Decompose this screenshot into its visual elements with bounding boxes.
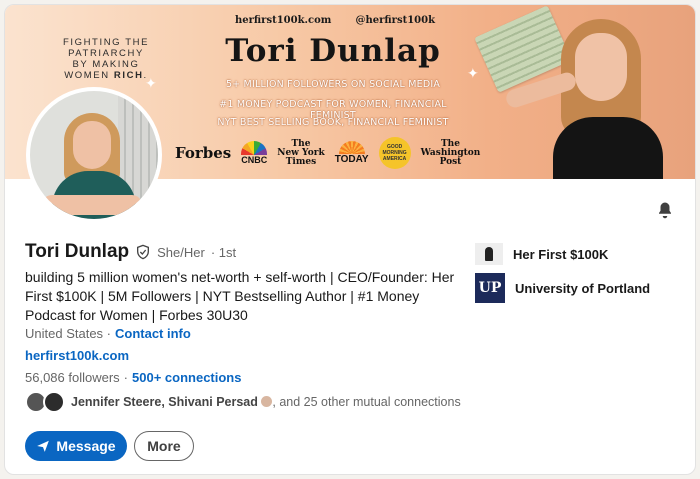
contact-info-link[interactable]: Contact info <box>115 326 191 341</box>
press-logos: Forbes CNBC The New York Times TODAY GOO… <box>175 137 480 169</box>
portrait-face <box>575 33 627 101</box>
wp-line: Post <box>439 156 462 167</box>
gma-logo: GOOD MORNING AMERICA <box>378 137 411 169</box>
company-name: Her First $100K <box>513 246 609 262</box>
network-row: 56,086 followers · 500+ connections <box>25 370 241 385</box>
profile-card: FIGHTING THE PATRIARCHY BY MAKING WOMEN … <box>4 4 696 475</box>
tagline-line: BY MAKING <box>72 59 140 70</box>
location: United States · <box>25 326 111 341</box>
tagline-line: FIGHTING THE <box>62 37 150 48</box>
verified-shield-icon[interactable] <box>135 244 151 260</box>
banner-social-handle: @herfirst100k <box>355 15 436 26</box>
school-logo: UP <box>475 273 505 303</box>
portrait-body <box>553 117 663 179</box>
banner-title: Tori Dunlap <box>225 33 441 69</box>
company-logo <box>475 243 503 265</box>
followers-count: 56,086 followers <box>25 370 120 385</box>
education[interactable]: UP University of Portland <box>475 273 650 303</box>
website-link[interactable]: herfirst100k.com <box>25 348 129 363</box>
profile-name: Tori Dunlap <box>25 241 130 262</box>
photo-face <box>73 121 111 169</box>
nyt-line: Times <box>285 156 317 167</box>
peacock-icon <box>241 141 268 155</box>
school-name: University of Portland <box>515 280 651 296</box>
bell-icon[interactable] <box>656 201 674 219</box>
today-text: TODAY <box>334 154 369 165</box>
tagline-word: WOMEN <box>64 70 110 81</box>
cnbc-logo: CNBC <box>241 141 268 165</box>
photo-arm <box>42 195 142 215</box>
mutual-names: Jennifer Steere, Shivani Persad <box>71 395 258 409</box>
name-row: Tori Dunlap She/Her · 1st <box>25 241 236 263</box>
banner-claim: NYT BEST SELLING BOOK, FINANCIAL FEMINIS… <box>217 117 449 128</box>
profile-photo[interactable] <box>26 87 162 223</box>
tagline-bold-word: RICH <box>113 70 144 81</box>
connections-link[interactable]: 500+ connections <box>132 370 241 385</box>
banner-claim: 5+ MILLION FOLLOWERS ON SOCIAL MEDIA <box>225 79 441 90</box>
message-label: Message <box>56 438 116 454</box>
separator: · <box>123 370 129 385</box>
current-company[interactable]: Her First $100K <box>475 243 608 265</box>
washington-post-logo: The Washington Post <box>421 139 481 167</box>
pronouns: She/Her <box>157 244 205 260</box>
mutual-avatar <box>43 391 65 413</box>
person-emoji-icon <box>261 396 273 407</box>
tagline-line: PATRIARCHY <box>68 48 144 59</box>
banner-portrait <box>503 19 663 179</box>
message-button[interactable]: Message <box>25 431 127 461</box>
today-logo: TODAY <box>335 141 369 165</box>
mutual-text: Jennifer Steere, Shivani Persad , and 25… <box>71 395 461 409</box>
send-icon <box>37 440 50 452</box>
forbes-logo: Forbes <box>175 144 232 162</box>
profile-headline: building 5 million women's net-worth + s… <box>25 269 455 323</box>
sun-icon <box>338 141 365 154</box>
more-button[interactable]: More <box>134 431 194 461</box>
mutual-rest: , and 25 other mutual connections <box>272 395 461 409</box>
nyt-logo: The New York Times <box>277 139 324 167</box>
banner-website: herfirst100k.com <box>235 15 332 26</box>
sparkle-icon: ✦ <box>467 65 479 81</box>
location-row: United States · Contact info <box>25 326 191 341</box>
mutual-connections[interactable]: Jennifer Steere, Shivani Persad , and 25… <box>25 391 461 413</box>
sparkle-icon: ✦ <box>145 75 157 91</box>
cnbc-text: CNBC <box>241 155 268 165</box>
banner-handles: herfirst100k.com @herfirst100k <box>235 15 435 26</box>
connection-degree: · 1st <box>210 244 237 260</box>
